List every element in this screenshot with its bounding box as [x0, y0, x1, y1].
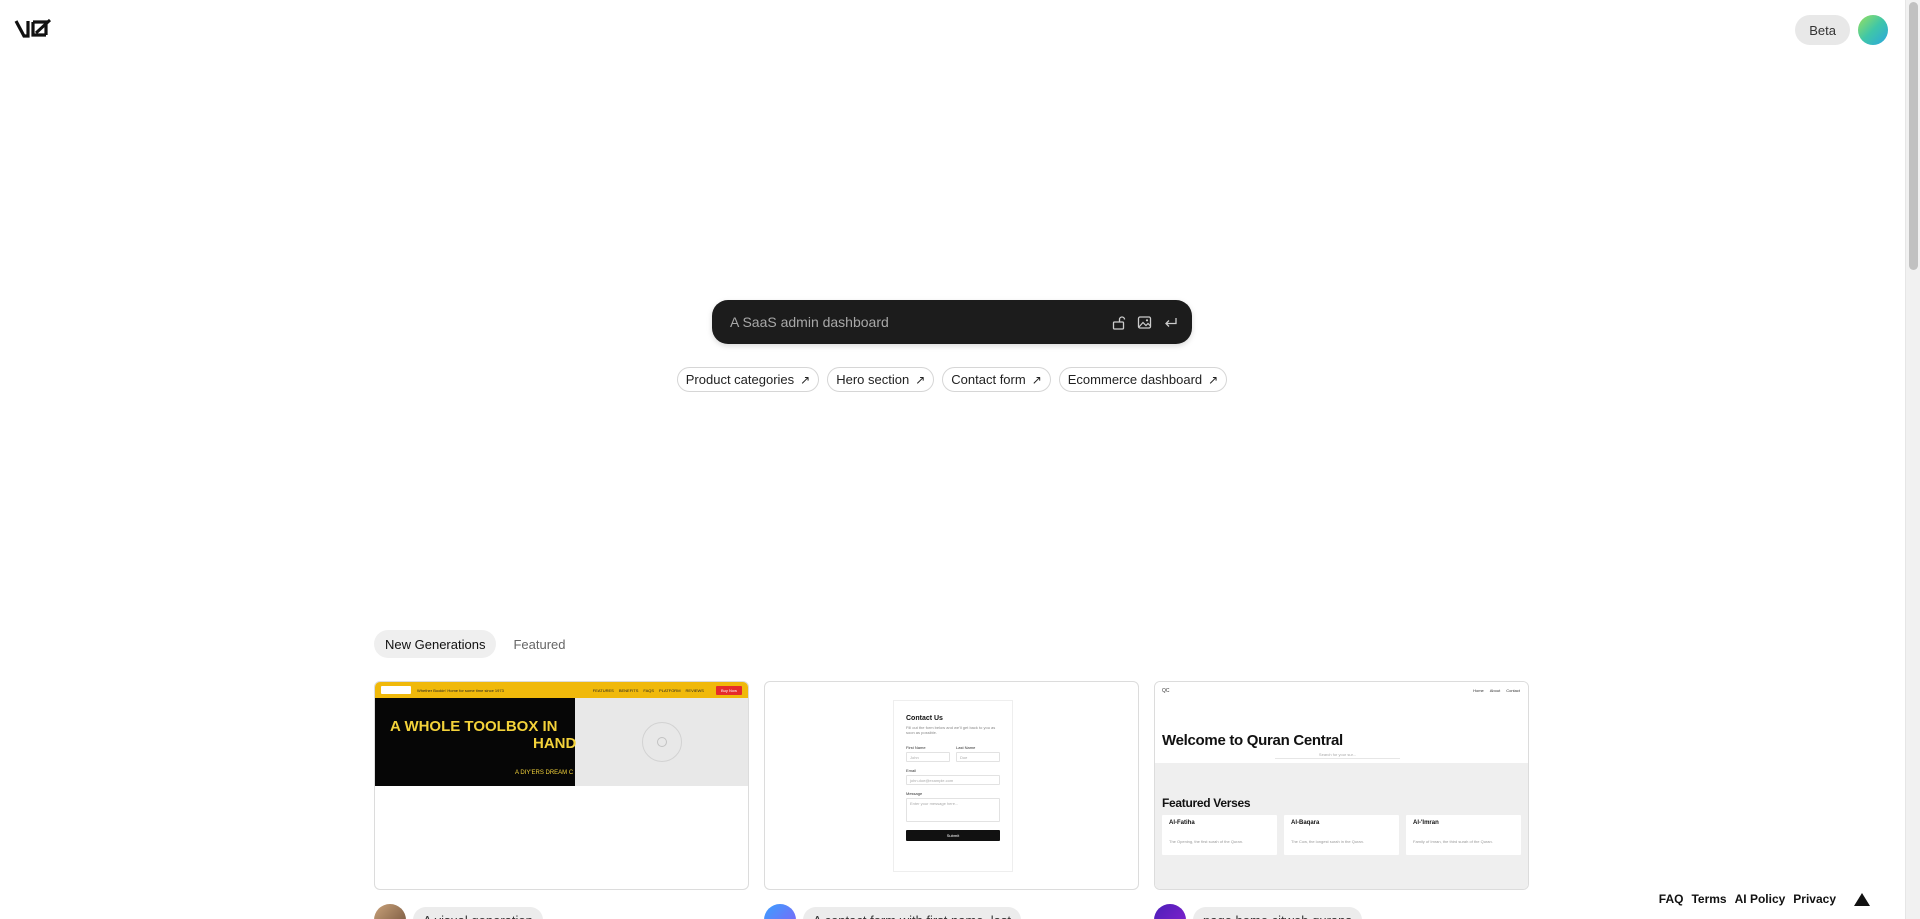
card-caption-row: A visual generation	[374, 904, 749, 919]
preview-headline: Welcome to Quran Central	[1162, 732, 1343, 749]
gallery-tabs: New Generations Featured	[374, 630, 577, 658]
suggestion-label: Product categories	[685, 372, 795, 387]
preview-verse-name: Al-Baqara	[1291, 820, 1320, 826]
preview-nav-link: FAQS	[643, 687, 655, 693]
preview-search: Search for your sur...	[1275, 752, 1400, 759]
footer-link-ai-policy[interactable]: AI Policy	[1735, 892, 1786, 906]
preview-verse-name: Al-'Imran	[1413, 820, 1439, 826]
generation-card-toolbox[interactable]: Whether Bookin' Home for some time since…	[374, 681, 749, 890]
preview-nav-link: FEATURES	[592, 687, 614, 693]
image-placeholder-icon	[641, 722, 682, 762]
footer-links: FAQ Terms AI Policy Privacy	[1659, 892, 1870, 906]
preview-hero-image	[575, 698, 748, 786]
preview-header: QC Home About Contact Welcome to Quran C…	[1155, 682, 1528, 763]
preview-contact-form: Contact Us Fill out the form below and w…	[893, 700, 1013, 872]
preview-featured-section: Featured Verses Al-Fatiha The Opening, t…	[1155, 763, 1528, 889]
preview-section-title: Featured Verses	[1162, 796, 1251, 810]
arrow-up-right-icon: ↗	[1031, 372, 1042, 387]
scrollbar-thumb[interactable]	[1909, 2, 1918, 270]
suggestion-contact-form[interactable]: Contact form ↗	[942, 367, 1051, 392]
arrow-up-right-icon: ↗	[800, 372, 811, 387]
card-caption-row: A contact form with first name, last	[764, 904, 1139, 919]
preview-nav-link: Home	[1473, 688, 1484, 693]
suggestion-ecommerce-dashboard[interactable]: Ecommerce dashboard ↗	[1058, 367, 1228, 392]
preview-last-name-field: Doe	[956, 752, 1000, 762]
suggestion-chips: Product categories ↗ Hero section ↗ Cont…	[0, 367, 1904, 392]
preview-verse-desc: The Cow, the longest surah in the Quran.	[1291, 839, 1364, 844]
preview-submit-button: Submit	[906, 830, 1000, 841]
preview-email-field: john.doe@example.com	[906, 775, 1000, 785]
preview-nav-links: Home About Contact	[1473, 688, 1520, 693]
tab-new-generations[interactable]: New Generations	[374, 630, 497, 658]
prompt-box	[712, 300, 1192, 344]
vercel-triangle-icon[interactable]	[1854, 892, 1870, 906]
preview-nav-link: Contact	[1506, 688, 1520, 693]
preview-hero: A WHOLE TOOLBOX IN HAND A DIY'ERS DREAM …	[375, 698, 748, 786]
beta-badge[interactable]: Beta	[1795, 15, 1850, 45]
enter-icon[interactable]	[1162, 314, 1178, 330]
suggestion-label: Hero section	[836, 372, 910, 387]
preview-verse-desc: Family of Imran, the third surah of the …	[1413, 839, 1493, 844]
preview-logo: QC	[1162, 688, 1170, 694]
preview-headline-2: HAND	[533, 735, 577, 752]
footer-link-privacy[interactable]: Privacy	[1793, 892, 1836, 906]
preview-headline: A WHOLE TOOLBOX IN	[390, 718, 558, 735]
card-caption-row: page home citweb qurans	[1154, 904, 1529, 919]
preview-navbar: Whether Bookin' Home for some time since…	[375, 682, 748, 698]
preview-first-name-field: John	[906, 752, 950, 762]
card-caption[interactable]: page home citweb qurans	[1193, 907, 1362, 919]
preview-hero-text: A WHOLE TOOLBOX IN HAND A DIY'ERS DREAM …	[375, 698, 577, 786]
header-actions: Beta	[1795, 15, 1888, 45]
suggestion-product-categories[interactable]: Product categories ↗	[676, 367, 820, 392]
generation-card-quran-central[interactable]: QC Home About Contact Welcome to Quran C…	[1154, 681, 1529, 890]
preview-subhead: A DIY'ERS DREAM C	[515, 770, 574, 776]
logo-icon	[14, 18, 52, 38]
footer-link-faq[interactable]: FAQ	[1659, 892, 1684, 906]
prompt-input[interactable]	[730, 314, 1110, 330]
image-icon[interactable]	[1136, 314, 1152, 330]
preview-message-label: Message	[906, 791, 923, 796]
author-avatar[interactable]	[764, 904, 796, 919]
preview-buy-button: Buy Now	[715, 685, 742, 695]
preview-nav-link: REVIEWS	[685, 687, 704, 693]
preview-verse-name: Al-Fatiha	[1169, 820, 1195, 826]
preview-message-field: Enter your message here...	[906, 798, 1000, 822]
author-avatar[interactable]	[374, 904, 406, 919]
preview-verse-card: Al-Fatiha The Opening, the first surah o…	[1162, 815, 1277, 855]
author-avatar[interactable]	[1154, 904, 1186, 919]
footer-link-terms[interactable]: Terms	[1691, 892, 1726, 906]
arrow-up-right-icon: ↗	[1208, 372, 1219, 387]
preview-logo	[381, 686, 411, 694]
page-scrollbar[interactable]	[1905, 0, 1920, 919]
preview-form-title: Contact Us	[906, 715, 943, 722]
preview-verse-desc: The Opening, the first surah of the Qura…	[1169, 839, 1244, 844]
arrow-up-right-icon: ↗	[915, 372, 926, 387]
v0-logo[interactable]	[14, 16, 56, 42]
card-caption[interactable]: A contact form with first name, last	[803, 907, 1021, 919]
card-caption[interactable]: A visual generation	[413, 907, 543, 919]
preview-verse-card: Al-'Imran Family of Imran, the third sur…	[1406, 815, 1521, 855]
preview-email-label: Email	[906, 768, 917, 773]
suggestion-hero-section[interactable]: Hero section ↗	[827, 367, 935, 392]
tab-featured[interactable]: Featured	[502, 630, 576, 658]
generation-card-contact-form[interactable]: Contact Us Fill out the form below and w…	[764, 681, 1139, 890]
preview-nav-link: About	[1489, 688, 1501, 693]
preview-nav-link: BENEFITS	[618, 687, 639, 693]
card-captions: A visual generation A contact form with …	[374, 904, 1529, 919]
user-avatar[interactable]	[1858, 15, 1888, 45]
preview-nav-links: FEATURES BENEFITS FAQS PLATFORM REVIEWS	[593, 688, 704, 693]
preview-nav-link: PLATFORM	[659, 687, 681, 693]
generation-cards: Whether Bookin' Home for some time since…	[374, 681, 1529, 890]
preview-form-description: Fill out the form below and we'll get ba…	[906, 725, 996, 735]
preview-topbar-text: Whether Bookin' Home for some time since…	[417, 687, 504, 693]
suggestion-label: Contact form	[951, 372, 1026, 387]
preview-first-name-label: First Name	[906, 745, 926, 750]
preview-verse-card: Al-Baqara The Cow, the longest surah in …	[1284, 815, 1399, 855]
unlock-icon[interactable]	[1110, 314, 1126, 330]
suggestion-label: Ecommerce dashboard	[1067, 372, 1203, 387]
preview-last-name-label: Last Name	[956, 745, 976, 750]
